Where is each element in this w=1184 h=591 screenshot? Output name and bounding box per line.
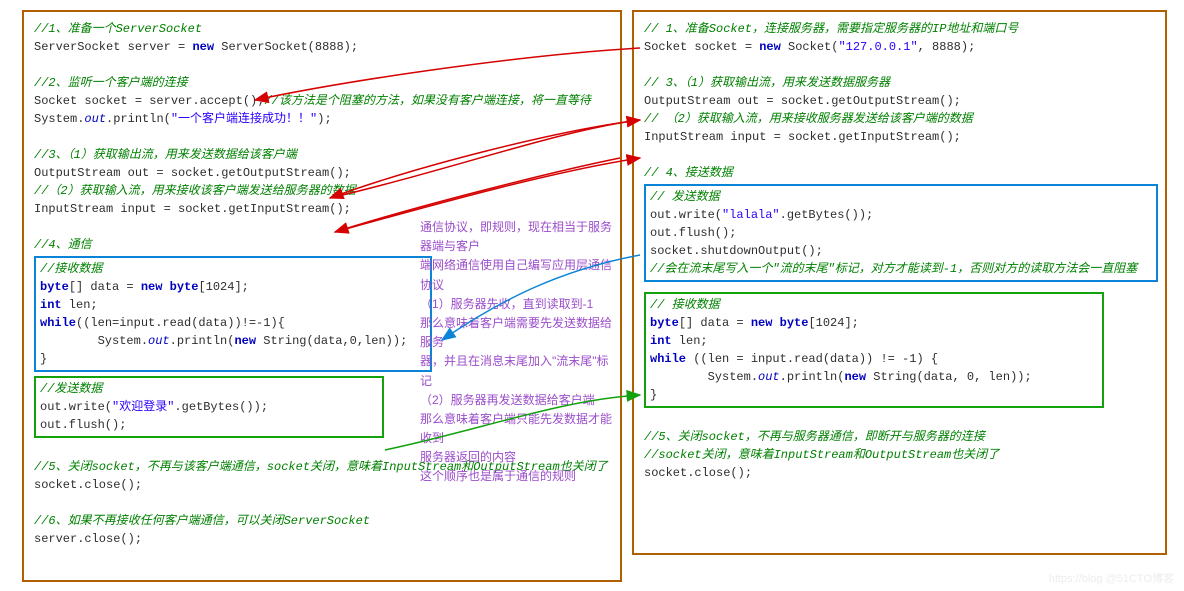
code-line: //1、准备一个ServerSocket: [34, 20, 610, 38]
code-line: // 1、准备Socket，连接服务器，需要指定服务器的IP地址和端口号: [644, 20, 1155, 38]
code-line: //5、关闭socket，不再与服务器通信，即断开与服务器的连接: [644, 428, 1155, 446]
code-line: InputStream input = socket.getInputStrea…: [34, 200, 610, 218]
watermark: https://blog @51CTO博客: [1049, 571, 1174, 588]
code-line: // 4、接送数据: [644, 164, 1155, 182]
client-receive-block: // 接收数据 byte[] data = new byte[1024]; in…: [644, 292, 1104, 408]
code-line: //2、监听一个客户端的连接: [34, 74, 610, 92]
code-line: ServerSocket server = new ServerSocket(8…: [34, 38, 610, 56]
server-send-block: //发送数据 out.write("欢迎登录".getBytes()); out…: [34, 376, 384, 438]
code-line: //socket关闭，意味着InputStream和OutputStream也关…: [644, 446, 1155, 464]
code-line: //（2）获取输入流，用来接收该客户端发送给服务器的数据: [34, 182, 610, 200]
code-line: server.close();: [34, 530, 610, 548]
code-line: OutputStream out = socket.getOutputStrea…: [644, 92, 1155, 110]
code-line: //6、如果不再接收任何客户端通信，可以关闭ServerSocket: [34, 512, 610, 530]
code-line: // 3、（1）获取输出流，用来发送数据服务器: [644, 74, 1155, 92]
code-line: Socket socket = server.accept();//该方法是个阻…: [34, 92, 610, 110]
code-line: //3、（1）获取输出流，用来发送数据给该客户端: [34, 146, 610, 164]
code-line: socket.close();: [644, 464, 1155, 482]
code-line: Socket socket = new Socket("127.0.0.1", …: [644, 38, 1155, 56]
annotation-protocol: 通信协议，即规则，现在相当于服务器端与客户 端网络通信使用自己编写应用层通信协议…: [420, 218, 620, 487]
code-line: System.out.println("一个客户端连接成功！！");: [34, 110, 610, 128]
client-send-block: // 发送数据 out.write("lalala".getBytes()); …: [644, 184, 1158, 282]
code-line: OutputStream out = socket.getOutputStrea…: [34, 164, 610, 182]
code-line: // （2）获取输入流，用来接收服务器发送给该客户端的数据: [644, 110, 1155, 128]
server-receive-block: //接收数据 byte[] data = new byte[1024]; int…: [34, 256, 432, 372]
code-line: InputStream input = socket.getInputStrea…: [644, 128, 1155, 146]
client-code-panel: // 1、准备Socket，连接服务器，需要指定服务器的IP地址和端口号 Soc…: [632, 10, 1167, 555]
